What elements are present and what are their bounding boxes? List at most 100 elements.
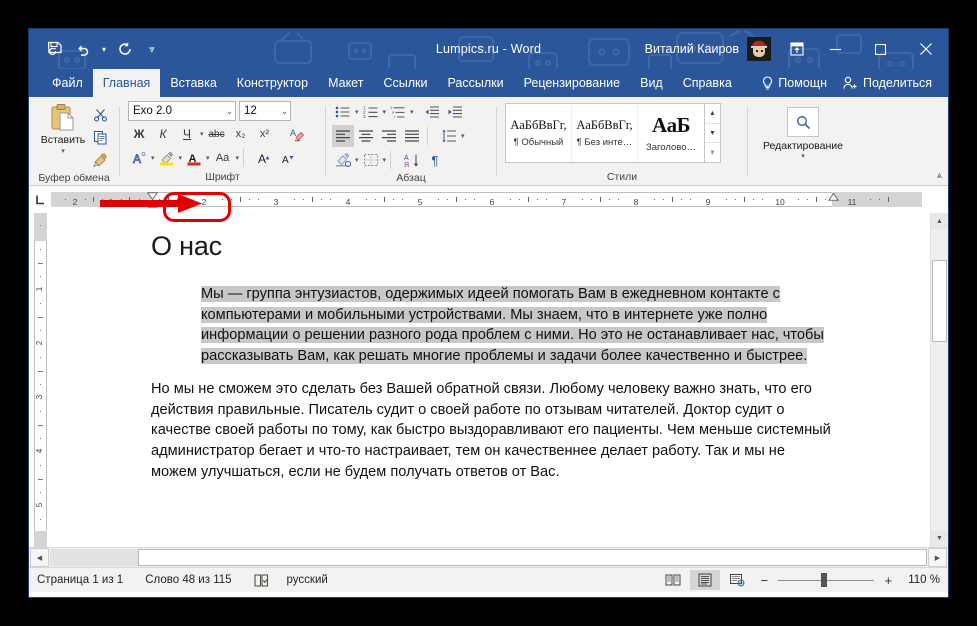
- tab-review[interactable]: Рецензирование: [514, 69, 631, 97]
- paste-button[interactable]: Вставить ▾: [37, 101, 89, 155]
- tab-view[interactable]: Вид: [630, 69, 673, 97]
- bold-button[interactable]: Ж: [128, 123, 150, 145]
- horizontal-scrollbar[interactable]: ◀ ▶: [29, 547, 948, 567]
- font-name-combo[interactable]: Exo 2.0 ⌄: [128, 101, 236, 121]
- font-name-dropdown-icon[interactable]: ⌄: [226, 107, 233, 116]
- italic-button[interactable]: К: [152, 123, 174, 145]
- print-layout-button[interactable]: [690, 570, 721, 590]
- proofing-icon[interactable]: [254, 574, 269, 587]
- scroll-left-icon[interactable]: ◀: [30, 548, 49, 567]
- subscript-button[interactable]: x₂: [230, 123, 252, 145]
- styles-scroll-up-icon[interactable]: ▲: [705, 104, 720, 124]
- tab-design[interactable]: Конструктор: [227, 69, 318, 97]
- tab-file[interactable]: Файл: [42, 69, 93, 97]
- superscript-button[interactable]: x²: [254, 123, 276, 145]
- save-icon[interactable]: [42, 36, 68, 62]
- vertical-scroll-thumb[interactable]: [932, 260, 947, 342]
- zoom-level[interactable]: 110 %: [908, 574, 940, 586]
- tab-home[interactable]: Главная: [92, 69, 161, 97]
- page-count[interactable]: Страница 1 из 1: [37, 574, 123, 586]
- align-left-button[interactable]: [332, 125, 354, 147]
- share-button[interactable]: Поделиться: [837, 69, 938, 97]
- vertical-ruler[interactable]: 1 2 3 4 5: [29, 213, 51, 547]
- account-name[interactable]: Виталий Каиров: [645, 42, 739, 56]
- document-paragraph-selected[interactable]: Мы — группа энтузиастов, одержимых идеей…: [201, 284, 834, 367]
- horizontal-scroll-thumb[interactable]: [138, 549, 927, 566]
- styles-scroll-down-icon[interactable]: ▼: [705, 124, 720, 144]
- tab-references[interactable]: Ссылки: [373, 69, 437, 97]
- maximize-button[interactable]: [858, 29, 903, 69]
- change-case-button[interactable]: Aa: [211, 147, 235, 169]
- tab-stop-selector[interactable]: [29, 186, 51, 212]
- undo-dropdown-icon[interactable]: ▾: [98, 36, 110, 62]
- tab-mailings[interactable]: Рассылки: [437, 69, 513, 97]
- web-layout-button[interactable]: [722, 570, 752, 590]
- document-paragraph[interactable]: Но мы не сможем это сделать без Вашей об…: [151, 379, 834, 483]
- align-center-button[interactable]: [355, 125, 377, 147]
- word-count[interactable]: Слово 48 из 115: [145, 574, 231, 586]
- scroll-down-icon[interactable]: ▼: [931, 530, 948, 547]
- style-item-normal[interactable]: АаБбВвГг, ¶ Обычный: [506, 104, 572, 162]
- multilevel-dropdown-icon[interactable]: ▾: [410, 108, 414, 116]
- cut-button[interactable]: [89, 103, 111, 125]
- ribbon-display-options-icon[interactable]: [781, 29, 813, 69]
- highlight-dropdown-icon[interactable]: ▾: [179, 154, 183, 162]
- zoom-slider[interactable]: [776, 570, 876, 590]
- customize-qat-icon[interactable]: ⩔: [146, 36, 158, 62]
- avatar[interactable]: [747, 37, 771, 61]
- bullets-dropdown-icon[interactable]: ▾: [355, 108, 359, 116]
- numbering-button[interactable]: 123: [360, 101, 382, 123]
- style-item-heading1[interactable]: AaБ Заголово…: [638, 104, 704, 162]
- increase-indent-button[interactable]: [444, 101, 466, 123]
- read-mode-button[interactable]: [658, 570, 688, 590]
- grow-font-button[interactable]: A: [254, 147, 276, 169]
- editing-button[interactable]: Редактирование ▾: [763, 107, 843, 160]
- sort-button[interactable]: AЯ: [401, 149, 423, 171]
- styles-more-icon[interactable]: ⩔: [705, 143, 720, 162]
- zoom-out-button[interactable]: −: [754, 570, 774, 590]
- borders-dropdown-icon[interactable]: ▾: [383, 156, 387, 164]
- right-indent-marker[interactable]: [828, 192, 839, 201]
- collapse-ribbon-icon[interactable]: ⩓: [937, 170, 942, 181]
- font-size-combo[interactable]: 12 ⌄: [239, 101, 291, 121]
- document-page[interactable]: О нас Мы — группа энтузиастов, одержимых…: [51, 213, 930, 547]
- strikethrough-button[interactable]: abc: [206, 123, 228, 145]
- vertical-scroll-track[interactable]: [931, 230, 948, 530]
- tab-layout[interactable]: Макет: [318, 69, 373, 97]
- borders-button[interactable]: [360, 149, 382, 171]
- tab-insert[interactable]: Вставка: [160, 69, 226, 97]
- undo-icon[interactable]: [70, 36, 96, 62]
- zoom-slider-thumb[interactable]: [821, 573, 828, 587]
- paste-dropdown-icon[interactable]: ▾: [61, 147, 65, 155]
- tab-help[interactable]: Справка: [673, 69, 742, 97]
- shrink-font-button[interactable]: A: [277, 147, 299, 169]
- font-color-button[interactable]: A: [183, 147, 205, 169]
- scroll-right-icon[interactable]: ▶: [928, 548, 947, 567]
- close-button[interactable]: [903, 29, 948, 69]
- horizontal-scroll-track[interactable]: [50, 549, 927, 566]
- styles-gallery[interactable]: АаБбВвГг, ¶ Обычный АаБбВвГг, ¶ Без инте…: [505, 103, 721, 163]
- line-spacing-dropdown-icon[interactable]: ▾: [461, 132, 465, 140]
- redo-icon[interactable]: [112, 36, 138, 62]
- font-color-dropdown-icon[interactable]: ▾: [206, 154, 210, 162]
- highlight-button[interactable]: [156, 147, 178, 169]
- justify-button[interactable]: [401, 125, 423, 147]
- minimize-button[interactable]: [813, 29, 858, 69]
- clear-formatting-button[interactable]: A: [286, 123, 308, 145]
- numbering-dropdown-icon[interactable]: ▾: [383, 108, 387, 116]
- zoom-in-button[interactable]: +: [878, 570, 898, 590]
- vertical-scrollbar[interactable]: ▲ ▼: [930, 213, 948, 547]
- decrease-indent-button[interactable]: [421, 101, 443, 123]
- language-indicator[interactable]: русский: [287, 574, 328, 586]
- show-formatting-marks-button[interactable]: ¶: [424, 149, 446, 171]
- text-effects-dropdown-icon[interactable]: ▾: [151, 154, 155, 162]
- text-effects-button[interactable]: A: [128, 147, 150, 169]
- editing-dropdown-icon[interactable]: ▾: [801, 152, 805, 160]
- change-case-dropdown-icon[interactable]: ▾: [236, 154, 240, 162]
- copy-button[interactable]: [89, 126, 111, 148]
- format-painter-button[interactable]: [89, 149, 111, 171]
- scroll-up-icon[interactable]: ▲: [931, 213, 948, 230]
- line-spacing-button[interactable]: [438, 125, 460, 147]
- underline-button[interactable]: Ч: [176, 123, 198, 145]
- shading-dropdown-icon[interactable]: ▾: [355, 156, 359, 164]
